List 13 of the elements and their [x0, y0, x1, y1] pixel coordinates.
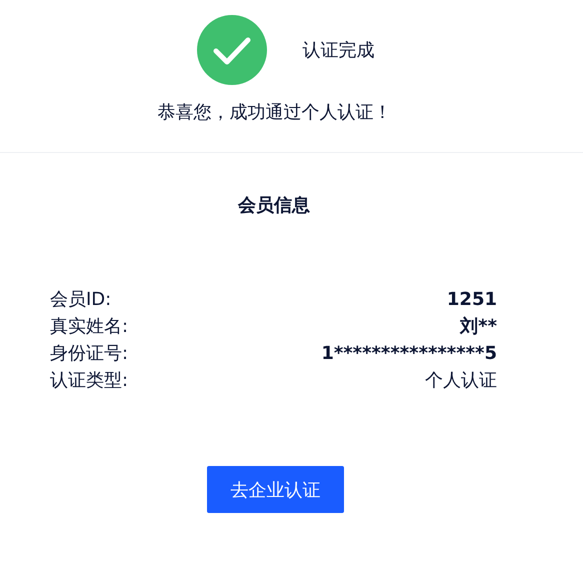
field-label: 身份证号: [50, 342, 128, 366]
field-value: 个人认证 [425, 369, 497, 393]
field-value: 刘** [460, 315, 497, 339]
field-label: 认证类型: [50, 369, 128, 393]
field-label: 会员ID: [50, 288, 112, 312]
field-value: 1251 [446, 288, 497, 312]
field-label: 真实姓名: [50, 315, 128, 339]
enterprise-verify-button[interactable]: 去企业认证 [207, 466, 344, 513]
check-circle-icon [196, 15, 266, 85]
status-title: 认证完成 [302, 39, 374, 62]
field-value: 1****************5 [321, 342, 497, 366]
section-title: 会员信息 [236, 194, 311, 217]
status-message: 恭喜您，成功通过个人认证！ [158, 101, 392, 124]
